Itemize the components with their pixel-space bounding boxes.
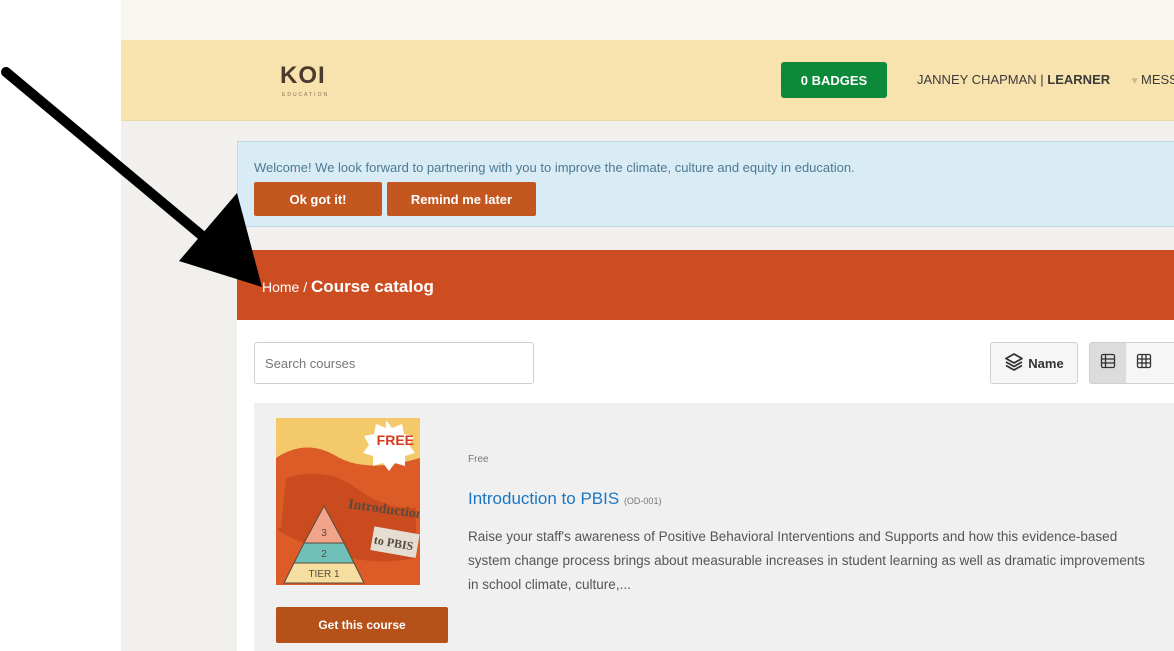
annotation-arrow-icon: [1, 67, 262, 287]
messages-link[interactable]: MESS: [1141, 72, 1174, 87]
layers-icon: [1004, 352, 1024, 375]
search-input[interactable]: [254, 342, 534, 384]
user-separator: |: [1036, 72, 1048, 87]
welcome-banner: Welcome! We look forward to partnering w…: [237, 141, 1174, 227]
welcome-message: Welcome! We look forward to partnering w…: [254, 160, 855, 175]
course-thumbnail[interactable]: FREE Introduction to PBIS 3 2 TIER 1: [276, 418, 420, 585]
sort-label: Name: [1028, 355, 1064, 371]
course-card: FREE Introduction to PBIS 3 2 TIER 1 Fre…: [254, 403, 1174, 651]
course-description: Raise your staff's awareness of Positive…: [468, 529, 1145, 592]
course-title: Introduction to PBIS: [468, 489, 620, 508]
badges-button[interactable]: 0 BADGES: [781, 62, 887, 98]
user-name: JANNEY CHAPMAN: [917, 72, 1037, 87]
breadcrumb-separator: /: [299, 279, 312, 295]
remind-me-later-button[interactable]: Remind me later: [387, 182, 536, 216]
list-view-button[interactable]: [1090, 343, 1126, 383]
caret-down-icon: ▼: [1129, 76, 1140, 87]
user-menu[interactable]: JANNEY CHAPMAN | LEARNER ▼: [917, 72, 1140, 87]
course-price: Free: [468, 454, 489, 465]
grid-view-icon: [1136, 353, 1152, 374]
sort-by-name-button[interactable]: Name: [990, 342, 1078, 384]
get-this-course-button[interactable]: Get this course: [276, 607, 448, 643]
catalog-content: Name FREE Introduction to PBIS 3: [237, 320, 1174, 651]
thumbnail-tier-1: TIER 1: [308, 569, 340, 580]
view-toggle: [1089, 342, 1174, 384]
user-role: LEARNER: [1047, 72, 1111, 87]
thumbnail-tier-3: 3: [321, 528, 327, 539]
breadcrumb: Home / Course catalog: [237, 250, 1174, 320]
page-title: Course catalog: [311, 277, 434, 296]
thumbnail-badge-text: FREE: [377, 432, 414, 448]
course-title-link[interactable]: Introduction to PBIS (OD-001): [468, 489, 661, 509]
thumbnail-tier-2: 2: [321, 549, 327, 560]
grid-view-button[interactable]: [1126, 343, 1162, 383]
list-view-icon: [1100, 353, 1116, 374]
course-code: (OD-001): [623, 496, 662, 506]
